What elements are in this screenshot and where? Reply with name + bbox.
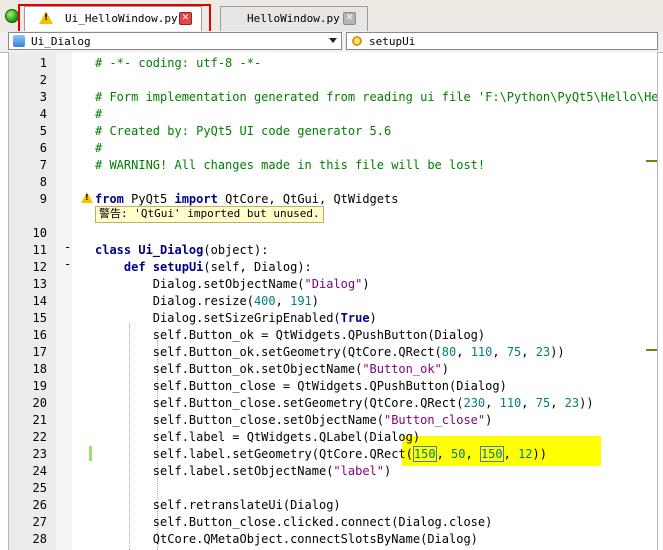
overview-marker[interactable] <box>646 349 657 351</box>
line-number: 28 <box>32 532 47 546</box>
code-line[interactable]: self.retranslateUi(Dialog) <box>95 497 341 514</box>
line-number: 14 <box>32 294 47 308</box>
code-line[interactable]: Dialog.setObjectName("Dialog") <box>95 276 370 293</box>
overview-marker[interactable] <box>646 160 657 162</box>
fold-marker-class[interactable]: - <box>64 239 71 256</box>
line-number: 21 <box>32 413 47 427</box>
code-line[interactable]: self.Button_close.setObjectName("Button_… <box>95 412 493 429</box>
line-number: 9 <box>39 192 47 206</box>
code-line[interactable]: self.Button_close.setGeometry(QtCore.QRe… <box>95 395 594 412</box>
line-number: 1 <box>39 56 47 70</box>
code-line[interactable]: self.Button_ok.setObjectName("Button_ok"… <box>95 361 449 378</box>
code-line[interactable]: self.Button_ok.setGeometry(QtCore.QRect(… <box>95 344 565 361</box>
line-number: 11 <box>32 243 47 257</box>
class-selector[interactable]: Ui_Dialog <box>8 32 342 50</box>
method-icon <box>352 36 362 46</box>
code-line[interactable]: def setupUi(self, Dialog): <box>95 259 312 276</box>
tab-bar: ! Ui_HelloWindow.py ✕ HelloWindow.py ✕ <box>0 0 663 46</box>
fold-margin <box>72 52 94 550</box>
line-number: 13 <box>32 277 47 291</box>
method-selector[interactable]: setupUi <box>346 32 658 50</box>
warning-tooltip: 警告: 'QtGui' imported but unused. <box>95 206 324 223</box>
code-line[interactable]: # <box>95 140 102 157</box>
line-number: 19 <box>32 379 47 393</box>
line-number: 17 <box>32 345 47 359</box>
tab-hellowindow[interactable]: HelloWindow.py ✕ <box>220 6 368 31</box>
line-number: 18 <box>32 362 47 376</box>
code-line[interactable]: Dialog.setSizeGripEnabled(True) <box>95 310 377 327</box>
code-line[interactable]: self.Button_close.clicked.connect(Dialog… <box>95 514 493 531</box>
code-line[interactable]: # Form implementation generated from rea… <box>95 89 657 106</box>
line-number: 20 <box>32 396 47 410</box>
close-tab-icon[interactable]: ✕ <box>343 12 356 25</box>
code-line[interactable]: Dialog.resize(400, 191) <box>95 293 319 310</box>
code-line[interactable]: self.label = QtWidgets.QLabel(Dialog) <box>95 429 420 446</box>
code-line[interactable]: self.label.setGeometry(QtCore.QRect(150,… <box>95 446 547 463</box>
line-number: 2 <box>39 73 47 87</box>
warning-icon[interactable]: ! <box>81 192 93 203</box>
line-number: 24 <box>32 464 47 478</box>
marker-margin <box>56 52 72 550</box>
line-number: 27 <box>32 515 47 529</box>
class-selector-value: Ui_Dialog <box>31 35 91 48</box>
change-marker <box>89 446 92 461</box>
tab-label: HelloWindow.py <box>247 12 340 25</box>
line-number: 25 <box>32 481 47 495</box>
code-line[interactable]: # <box>95 106 102 123</box>
line-number: 26 <box>32 498 47 512</box>
chevron-down-icon[interactable] <box>329 38 337 43</box>
code-line[interactable]: # -*- coding: utf-8 -*- <box>95 55 261 72</box>
code-line[interactable]: self.Button_ok = QtWidgets.QPushButton(D… <box>95 327 485 344</box>
class-icon <box>13 35 25 47</box>
code-line[interactable]: class Ui_Dialog(object): <box>95 242 268 259</box>
line-number: 23 <box>32 447 47 461</box>
navigation-bar: Ui_Dialog setupUi <box>0 31 663 53</box>
code-line[interactable]: # Created by: PyQt5 UI code generator 5.… <box>95 123 391 140</box>
status-indicator-icon <box>5 9 19 23</box>
code-line[interactable]: self.label.setObjectName("label") <box>95 463 391 480</box>
code-line[interactable]: self.Button_close = QtWidgets.QPushButto… <box>95 378 507 395</box>
code-editor[interactable]: 1 2 3 4 5 6 7 8 9 10 11 12 13 14 15 16 17 18 19 20 21 22 23 24 2… <box>8 52 658 550</box>
code-line[interactable]: QtCore.QMetaObject.connectSlotsByName(Di… <box>95 531 478 548</box>
line-number: 16 <box>32 328 47 342</box>
line-number: 8 <box>39 175 47 189</box>
line-number: 15 <box>32 311 47 325</box>
line-number: 4 <box>39 107 47 121</box>
method-selector-value: setupUi <box>369 35 416 48</box>
code-line[interactable]: # WARNING! All changes made in this file… <box>95 157 485 174</box>
line-number: 7 <box>39 158 47 172</box>
line-number: 3 <box>39 90 47 104</box>
line-number: 5 <box>39 124 47 138</box>
line-number: 22 <box>32 430 47 444</box>
line-number: 12 <box>32 260 47 274</box>
line-number: 10 <box>32 226 47 240</box>
fold-marker-def[interactable]: - <box>64 256 71 273</box>
line-number: 6 <box>39 141 47 155</box>
